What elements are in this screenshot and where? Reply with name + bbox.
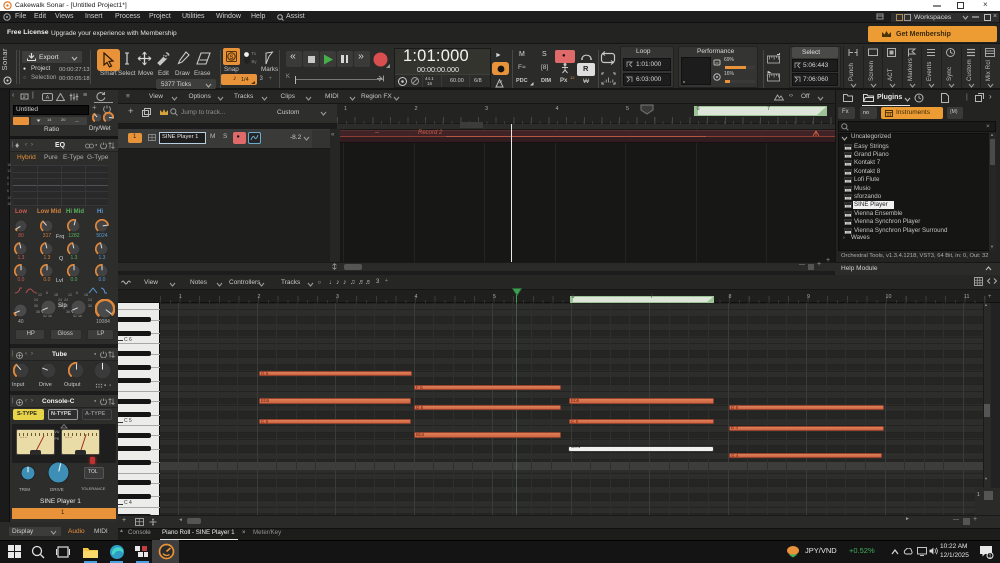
- svg-text:A: A: [46, 95, 50, 101]
- svg-text:S: S: [229, 55, 233, 61]
- svg-text:1: 1: [989, 554, 992, 560]
